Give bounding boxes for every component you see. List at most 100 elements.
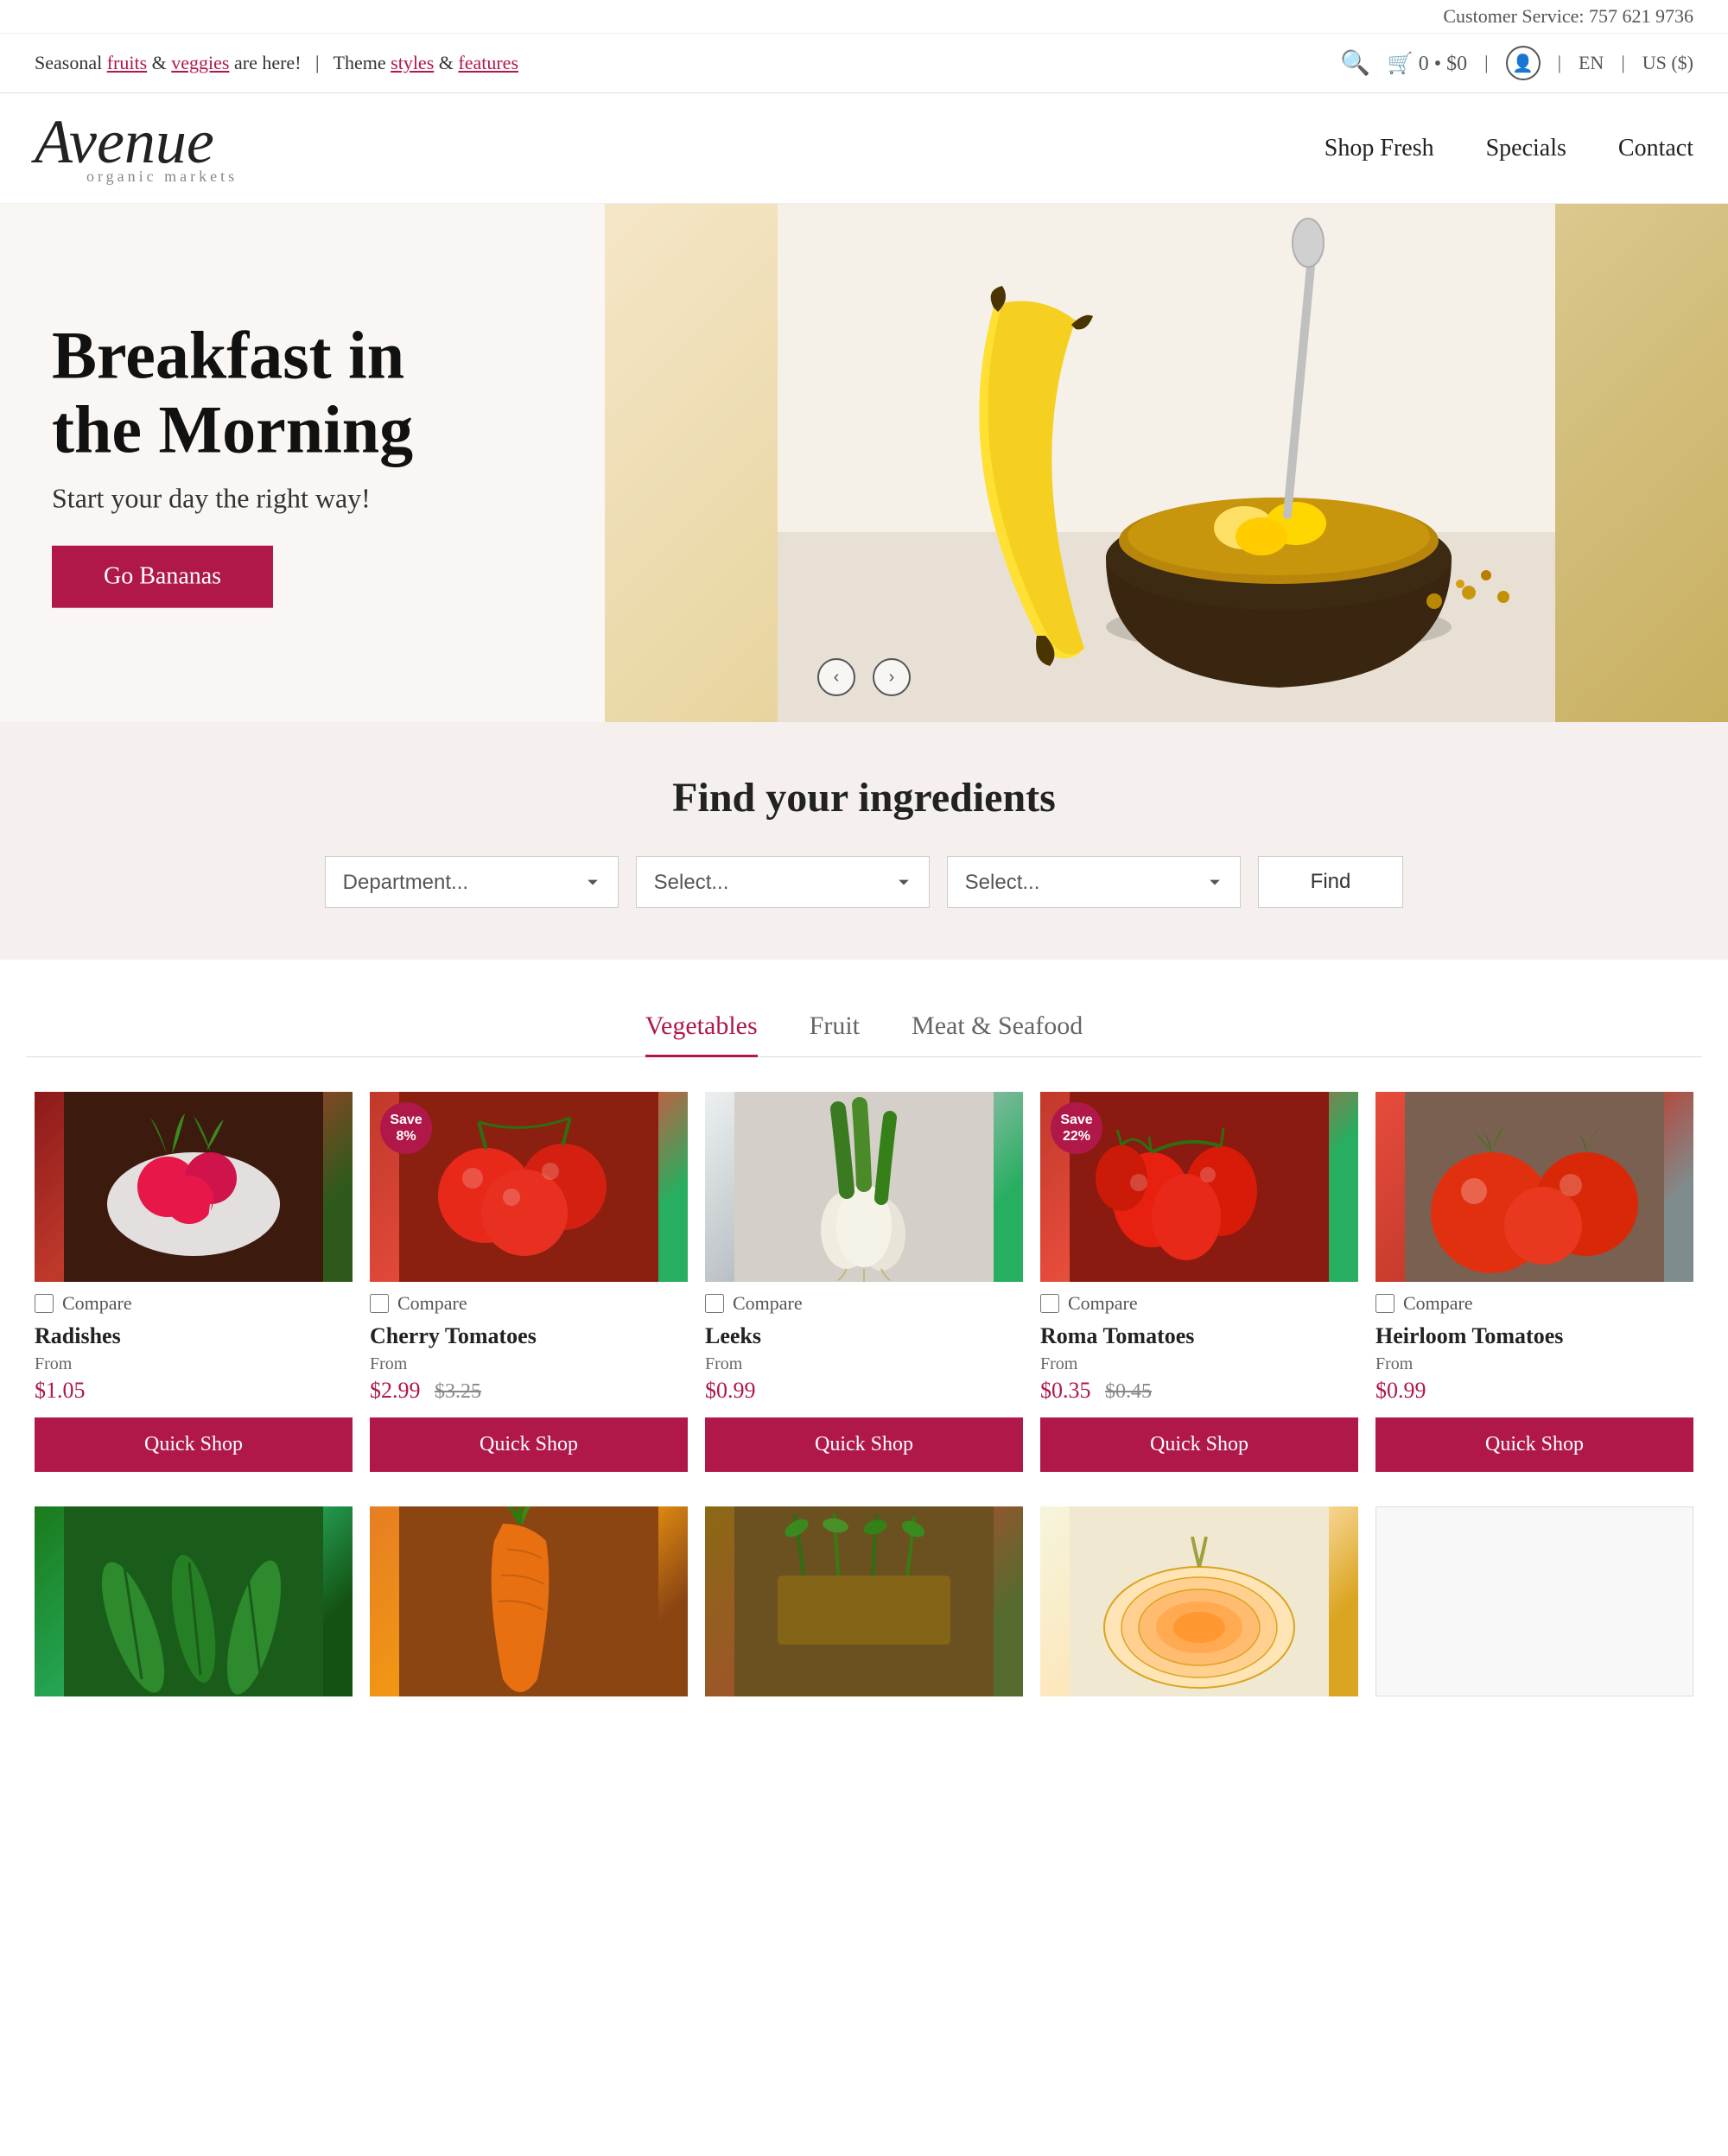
compare-row-heirloom: Compare (1375, 1292, 1693, 1315)
product-grid: Compare Radishes From $1.05 Quick Shop S… (26, 1092, 1702, 1498)
product-price-leeks: $0.99 (705, 1378, 1023, 1404)
quick-shop-roma-tomatoes[interactable]: Quick Shop (1040, 1417, 1358, 1472)
cart-price: $0 (1446, 53, 1467, 75)
compare-checkbox-radishes[interactable] (35, 1294, 54, 1313)
main-nav: Shop Fresh Specials Contact (1325, 135, 1693, 162)
announcement-text: Seasonal fruits & veggies are here! | Th… (35, 52, 518, 74)
product-name-heirloom: Heirloom Tomatoes (1375, 1323, 1693, 1349)
tab-meat-seafood[interactable]: Meat & Seafood (912, 1011, 1083, 1057)
subcategory-select[interactable]: Select... (947, 856, 1241, 908)
fruits-link[interactable]: fruits (107, 52, 147, 73)
compare-row-radishes: Compare (35, 1292, 353, 1315)
product-image-onion (1040, 1506, 1358, 1696)
product-from-cherry: From (370, 1354, 688, 1374)
product-card-blank (1367, 1506, 1702, 1696)
product-image-carrot (370, 1506, 688, 1696)
hero-subtitle: Start your day the right way! (52, 482, 484, 514)
save-badge-cherry-tomatoes: Save 8% (380, 1102, 432, 1154)
find-title: Find your ingredients (52, 774, 1676, 821)
nav-specials[interactable]: Specials (1486, 135, 1566, 162)
compare-checkbox-heirloom[interactable] (1375, 1294, 1394, 1313)
main-header: Avenue organic markets Shop Fresh Specia… (0, 93, 1728, 204)
header-utilities: 🔍 🛒 0 • $0 | 👤 | EN | US ($) (1340, 46, 1693, 80)
hero-section: Breakfast in the Morning Start your day … (0, 204, 1728, 722)
styles-link[interactable]: styles (391, 52, 434, 73)
quick-shop-radishes[interactable]: Quick Shop (35, 1417, 353, 1472)
account-icon[interactable]: 👤 (1506, 46, 1541, 80)
save-badge-roma: Save 22% (1051, 1102, 1102, 1154)
product-image-radishes (35, 1092, 353, 1282)
compare-label-heirloom: Compare (1403, 1292, 1473, 1315)
find-section: Find your ingredients Department... Sele… (0, 722, 1728, 960)
product-card-radishes: Compare Radishes From $1.05 Quick Shop (26, 1092, 361, 1498)
product-image-leeks (705, 1092, 1023, 1282)
logo-subtitle: organic markets (86, 168, 238, 186)
product-card-carrot (361, 1506, 696, 1696)
announcement-bar: Seasonal fruits & veggies are here! | Th… (0, 34, 1728, 93)
product-image-heirloom (1375, 1092, 1693, 1282)
compare-label-cherry: Compare (397, 1292, 467, 1315)
product-image-roma-tomatoes: Save 22% (1040, 1092, 1358, 1282)
logo[interactable]: Avenue organic markets (35, 111, 238, 186)
compare-row-cherry: Compare (370, 1292, 688, 1315)
veggies-link[interactable]: veggies (171, 52, 229, 73)
hero-cta-button[interactable]: Go Bananas (52, 545, 273, 607)
divider2: | (1558, 52, 1561, 74)
product-card-heirloom: Compare Heirloom Tomatoes From $0.99 Qui… (1367, 1092, 1702, 1498)
product-image-blank (1375, 1506, 1693, 1696)
compare-label-roma: Compare (1068, 1292, 1138, 1315)
product-price-radishes: $1.05 (35, 1378, 353, 1404)
hero-text: Breakfast in the Morning Start your day … (52, 319, 484, 608)
product-from-leeks: From (705, 1354, 1023, 1374)
announcement-mid: & (152, 52, 172, 73)
product-price-heirloom: $0.99 (1375, 1378, 1693, 1404)
compare-label-leeks: Compare (733, 1292, 803, 1315)
logo-text: Avenue (35, 111, 238, 173)
compare-checkbox-leeks[interactable] (705, 1294, 724, 1313)
quick-shop-heirloom[interactable]: Quick Shop (1375, 1417, 1693, 1472)
features-link[interactable]: features (458, 52, 518, 73)
search-icon[interactable]: 🔍 (1340, 48, 1370, 78)
product-price-cherry: $2.99 $3.25 (370, 1378, 688, 1404)
compare-checkbox-cherry[interactable] (370, 1294, 389, 1313)
nav-contact[interactable]: Contact (1618, 135, 1693, 162)
product-from-roma: From (1040, 1354, 1358, 1374)
divider3: | (1621, 52, 1624, 74)
compare-checkbox-roma[interactable] (1040, 1294, 1059, 1313)
product-card-roma-tomatoes: Save 22% (1032, 1092, 1367, 1498)
product-card-zucchini (26, 1506, 361, 1696)
language-select[interactable]: EN (1579, 52, 1604, 74)
customer-service-bar: Customer Service: 757 621 9736 (0, 0, 1728, 34)
quick-shop-leeks[interactable]: Quick Shop (705, 1417, 1023, 1472)
hero-image (605, 204, 1728, 722)
product-card-leeks: Compare Leeks From $0.99 Quick Shop (696, 1092, 1032, 1498)
product-tabs: Vegetables Fruit Meat & Seafood (26, 1011, 1702, 1057)
find-controls: Department... Select... Select... Find (52, 856, 1676, 908)
tab-fruit[interactable]: Fruit (810, 1011, 860, 1057)
hero-title: Breakfast in the Morning (52, 319, 484, 467)
product-from-heirloom: From (1375, 1354, 1693, 1374)
product-card-cherry-tomatoes: Save 8% (361, 1092, 696, 1498)
product-name-radishes: Radishes (35, 1323, 353, 1349)
product-price-roma: $0.35 $0.45 (1040, 1378, 1358, 1404)
nav-shop-fresh[interactable]: Shop Fresh (1325, 135, 1434, 162)
product-card-onion (1032, 1506, 1367, 1696)
product-image-zucchini (35, 1506, 353, 1696)
hero-prev-button[interactable]: ‹ (817, 658, 855, 696)
category-select[interactable]: Select... (636, 856, 930, 908)
theme-text: Theme (334, 52, 391, 73)
product-grid-row2 (26, 1506, 1702, 1696)
hero-arrows: ‹ › (817, 658, 911, 696)
tab-vegetables[interactable]: Vegetables (645, 1011, 758, 1057)
currency-select[interactable]: US ($) (1642, 52, 1693, 74)
cart-count: 0 (1419, 53, 1429, 75)
cart-icon-wrap[interactable]: 🛒 0 • $0 (1388, 51, 1467, 76)
divider: | (1484, 52, 1488, 74)
hero-food-visual (605, 204, 1728, 722)
hero-next-button[interactable]: › (873, 658, 911, 696)
department-select[interactable]: Department... (325, 856, 619, 908)
find-button[interactable]: Find (1258, 856, 1404, 908)
product-card-misc (696, 1506, 1032, 1696)
quick-shop-cherry-tomatoes[interactable]: Quick Shop (370, 1417, 688, 1472)
compare-row-leeks: Compare (705, 1292, 1023, 1315)
